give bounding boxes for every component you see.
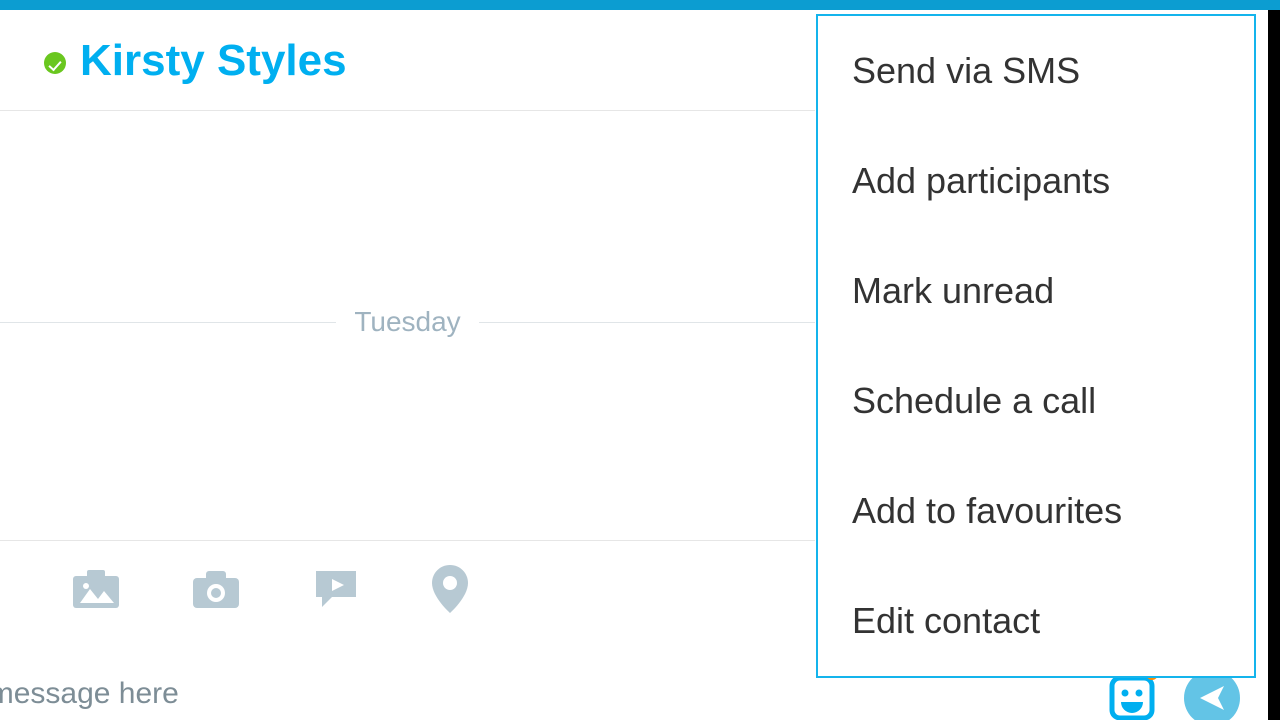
- menu-item-schedule-call[interactable]: Schedule a call: [818, 346, 1254, 456]
- divider-line: [0, 322, 336, 323]
- date-label: Tuesday: [336, 306, 478, 338]
- context-menu: Send via SMS Add participants Mark unrea…: [816, 14, 1256, 678]
- contact-name[interactable]: Kirsty Styles: [80, 36, 347, 86]
- date-divider: Tuesday: [0, 306, 815, 338]
- presence-online-icon: [44, 52, 66, 74]
- menu-item-send-sms[interactable]: Send via SMS: [818, 16, 1254, 126]
- app-top-bar: [0, 0, 1280, 10]
- chat-header: Kirsty Styles: [0, 10, 815, 111]
- camera-icon[interactable]: [192, 569, 240, 614]
- gallery-icon[interactable]: [72, 569, 120, 614]
- window-edge: [1268, 10, 1280, 720]
- divider-line: [479, 322, 815, 323]
- video-message-icon[interactable]: [312, 567, 360, 616]
- location-icon[interactable]: [432, 565, 468, 618]
- menu-item-add-favourites[interactable]: Add to favourites: [818, 456, 1254, 566]
- message-input[interactable]: [0, 677, 1268, 711]
- menu-item-edit-contact[interactable]: Edit contact: [818, 566, 1254, 676]
- menu-item-mark-unread[interactable]: Mark unread: [818, 236, 1254, 346]
- menu-item-add-participants[interactable]: Add participants: [818, 126, 1254, 236]
- chat-content: Tuesday: [0, 111, 815, 541]
